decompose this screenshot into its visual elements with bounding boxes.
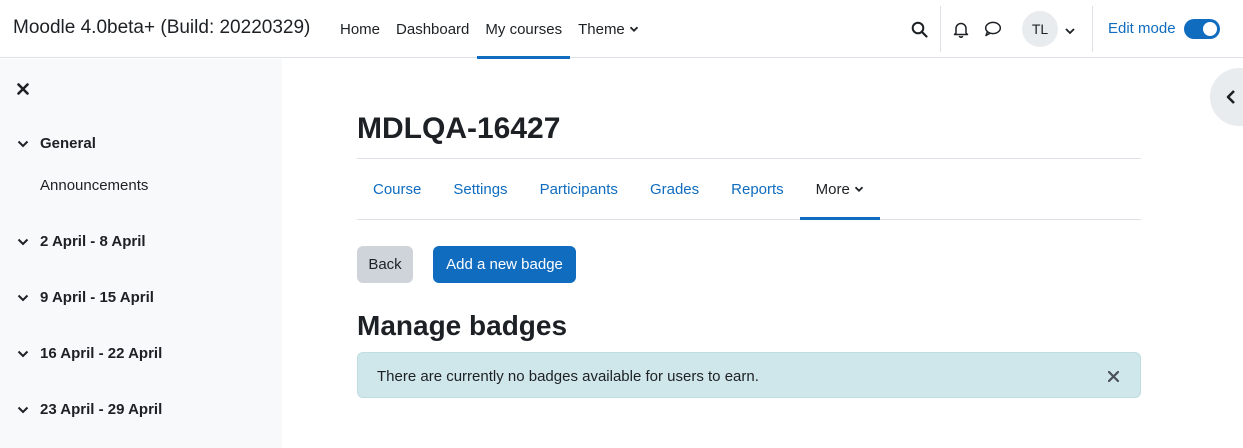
site-name[interactable]: Moodle 4.0beta+ (Build: 20220329) [13,17,310,39]
course-section-week-1[interactable]: 2 April - 8 April [16,233,146,250]
nav-home[interactable]: Home [332,0,388,58]
course-section-week-4[interactable]: 23 April - 29 April [16,401,162,418]
section-heading: Manage badges [357,310,568,341]
section-label: 2 April - 8 April [40,233,146,250]
tab-participants[interactable]: Participants [524,159,634,219]
course-section-week-3[interactable]: 16 April - 22 April [16,345,162,362]
section-label: 23 April - 29 April [40,401,163,418]
user-avatar[interactable]: TL [1022,11,1058,47]
user-initials: TL [1031,21,1049,37]
edit-mode-toggle[interactable] [1184,19,1220,39]
chevron-down-icon[interactable] [16,403,30,417]
top-navbar: Moodle 4.0beta+ (Build: 20220329) Home D… [0,0,1243,59]
course-index-drawer: General Announcements 2 April - 8 April … [0,59,282,448]
tab-more-dropdown[interactable]: More [799,159,881,220]
section-label: General [40,135,96,152]
navbar-divider-2 [1092,6,1093,52]
tab-grades-label: Grades [649,180,700,198]
primary-navigation: Home Dashboard My courses Theme [332,0,647,59]
nav-dashboard-label: Dashboard [396,20,470,38]
chevron-down-icon[interactable] [16,291,30,305]
block-drawer-toggle[interactable] [1210,68,1243,126]
alert-message: There are currently no badges available … [377,368,759,385]
nav-theme-dropdown[interactable]: Theme [570,0,647,58]
nav-dashboard[interactable]: Dashboard [388,0,477,58]
search-icon[interactable] [904,14,934,44]
tab-participants-label: Participants [539,180,618,198]
chevron-down-icon[interactable] [16,235,30,249]
tab-course-label: Course [373,180,422,198]
nav-theme-label: Theme [578,20,625,38]
section-label: 9 April - 15 April [40,289,154,306]
tab-settings[interactable]: Settings [437,159,523,219]
nav-my-courses[interactable]: My courses [477,0,570,59]
secondary-navigation: Course Settings Participants Grades Repo… [357,158,1141,220]
info-alert: There are currently no badges available … [357,352,1141,398]
user-menu-chevron-down-icon[interactable] [1064,24,1076,36]
close-icon[interactable] [13,79,33,99]
bell-icon[interactable] [946,14,976,44]
chevron-down-icon [629,24,639,34]
chat-bubble-icon[interactable] [978,14,1008,44]
tab-reports[interactable]: Reports [715,159,800,219]
chevron-down-icon[interactable] [16,347,30,361]
close-icon[interactable] [1106,369,1120,383]
chevron-left-icon [1226,90,1235,104]
tab-more-label: More [815,180,850,198]
add-new-badge-button[interactable]: Add a new badge [433,246,576,283]
edit-mode-label: Edit mode [1108,20,1176,37]
nav-my-courses-label: My courses [485,20,563,38]
tab-grades[interactable]: Grades [634,159,715,219]
back-button[interactable]: Back [357,246,413,283]
tab-course[interactable]: Course [357,159,437,219]
tab-reports-label: Reports [731,180,784,198]
chevron-down-icon[interactable] [16,137,30,151]
chevron-down-icon [854,184,864,194]
page-title: MDLQA-16427 [357,112,561,145]
navbar-divider [940,6,941,52]
nav-home-label: Home [340,20,381,38]
tab-settings-label: Settings [453,180,508,198]
course-section-week-2[interactable]: 9 April - 15 April [16,289,154,306]
section-label: 16 April - 22 April [40,345,163,362]
toggle-knob [1203,22,1217,36]
activity-announcements[interactable]: Announcements [40,177,148,194]
course-section-general[interactable]: General [16,135,96,152]
